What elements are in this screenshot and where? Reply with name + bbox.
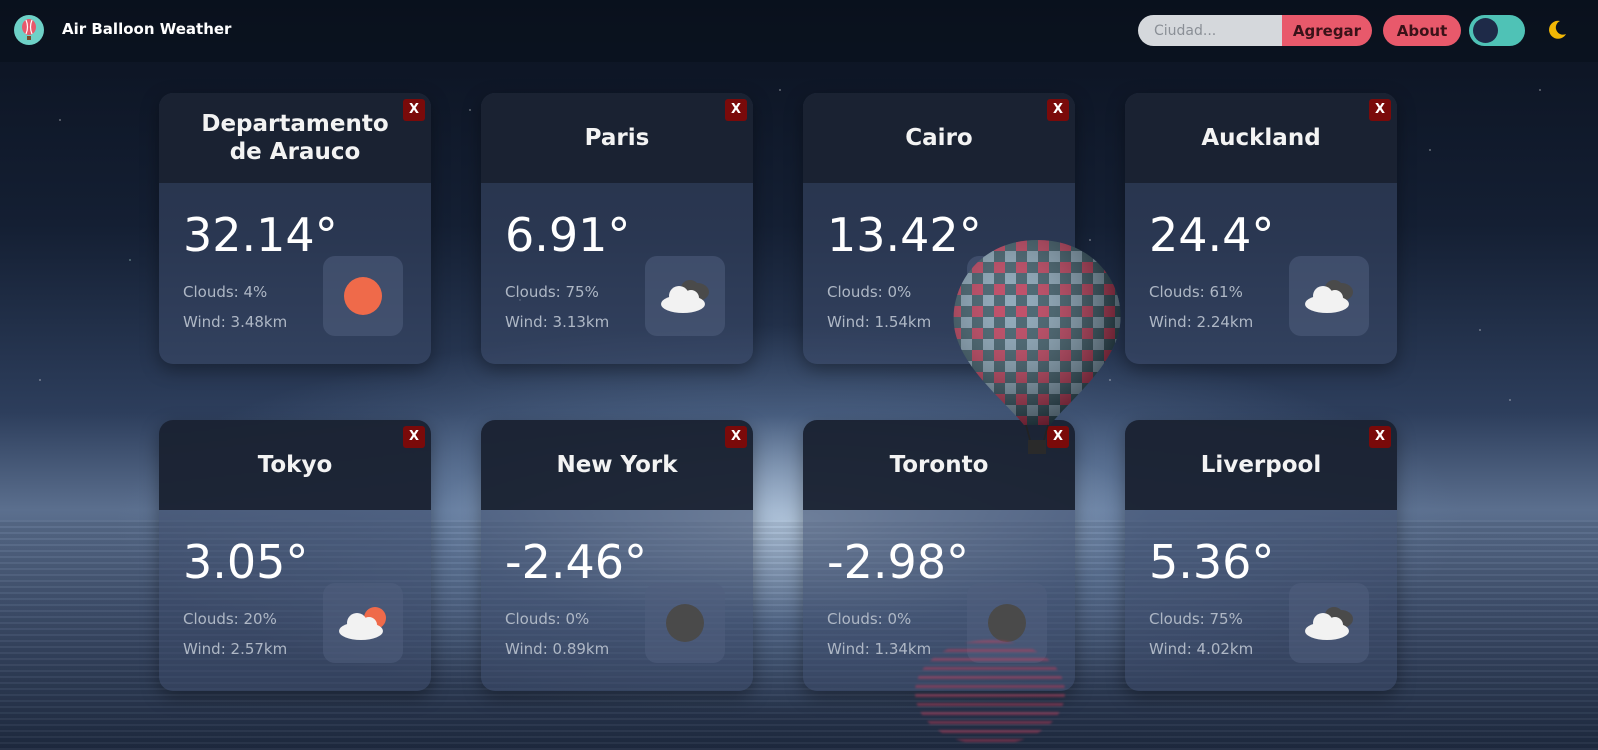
clouds-value: Clouds: 4% <box>183 283 268 301</box>
card-header: Liverpool <box>1125 420 1397 510</box>
temperature: -2.98° <box>827 535 970 589</box>
city-name: Cairo <box>905 125 973 151</box>
city-name: Departamento de Arauco <box>201 111 389 165</box>
wind-value: Wind: 4.02km <box>1149 640 1254 658</box>
close-card-button[interactable]: X <box>1369 99 1391 121</box>
close-card-button[interactable]: X <box>725 99 747 121</box>
about-button[interactable]: About <box>1383 15 1461 46</box>
temperature: 24.4° <box>1149 208 1275 262</box>
broken-clouds-icon <box>1289 256 1369 336</box>
clouds-value: Clouds: 20% <box>183 610 277 628</box>
broken-clouds-icon <box>1289 583 1369 663</box>
city-name: Paris <box>584 125 650 151</box>
clouds-value: Clouds: 75% <box>505 283 599 301</box>
card-header: Toronto <box>803 420 1075 510</box>
card-header: Cairo <box>803 93 1075 183</box>
weather-card: New York X -2.46° Clouds: 0% Wind: 0.89k… <box>481 420 753 691</box>
clouds-value: Clouds: 0% <box>505 610 590 628</box>
close-card-button[interactable]: X <box>1369 426 1391 448</box>
clouds-value: Clouds: 61% <box>1149 283 1243 301</box>
clear-night-icon <box>967 256 1047 336</box>
partly-cloudy-icon <box>323 583 403 663</box>
close-card-button[interactable]: X <box>403 99 425 121</box>
close-card-button[interactable]: X <box>403 426 425 448</box>
sun-icon <box>323 256 403 336</box>
wind-value: Wind: 1.34km <box>827 640 932 658</box>
close-card-button[interactable]: X <box>725 426 747 448</box>
theme-toggle[interactable] <box>1469 15 1525 46</box>
broken-clouds-icon <box>645 256 725 336</box>
weather-card: Liverpool X 5.36° Clouds: 75% Wind: 4.02… <box>1125 420 1397 691</box>
wind-value: Wind: 0.89km <box>505 640 610 658</box>
temperature: 6.91° <box>505 208 631 262</box>
toggle-knob <box>1473 18 1498 43</box>
balloon-logo-icon <box>14 15 44 45</box>
card-header: Auckland <box>1125 93 1397 183</box>
city-name: Toronto <box>889 452 989 478</box>
wind-value: Wind: 3.13km <box>505 313 610 331</box>
clear-night-icon <box>967 583 1047 663</box>
card-header: New York <box>481 420 753 510</box>
temperature: -2.46° <box>505 535 648 589</box>
city-name: Auckland <box>1201 125 1321 151</box>
weather-card: Departamento de Arauco X 32.14° Clouds: … <box>159 93 431 364</box>
clouds-value: Clouds: 0% <box>827 283 912 301</box>
clouds-value: Clouds: 75% <box>1149 610 1243 628</box>
app-title: Air Balloon Weather <box>62 20 232 38</box>
card-header: Tokyo <box>159 420 431 510</box>
temperature: 13.42° <box>827 208 982 262</box>
moon-icon <box>1545 18 1569 46</box>
close-card-button[interactable]: X <box>1047 99 1069 121</box>
clouds-value: Clouds: 0% <box>827 610 912 628</box>
wind-value: Wind: 2.24km <box>1149 313 1254 331</box>
clear-night-icon <box>645 583 725 663</box>
temperature: 5.36° <box>1149 535 1275 589</box>
temperature: 32.14° <box>183 208 338 262</box>
city-name: Liverpool <box>1200 452 1322 478</box>
close-card-button[interactable]: X <box>1047 426 1069 448</box>
card-header: Departamento de Arauco <box>159 93 431 183</box>
add-city-button[interactable]: Agregar <box>1282 15 1372 46</box>
wind-value: Wind: 1.54km <box>827 313 932 331</box>
weather-card: Paris X 6.91° Clouds: 75% Wind: 3.13km <box>481 93 753 364</box>
city-name: Tokyo <box>257 452 333 478</box>
weather-card: Cairo X 13.42° Clouds: 0% Wind: 1.54km <box>803 93 1075 364</box>
card-header: Paris <box>481 93 753 183</box>
wind-value: Wind: 2.57km <box>183 640 288 658</box>
wind-value: Wind: 3.48km <box>183 313 288 331</box>
top-navbar: Air Balloon Weather Agregar About <box>0 0 1598 62</box>
city-search-input[interactable] <box>1138 15 1282 46</box>
weather-card: Tokyo X 3.05° Clouds: 20% Wind: 2.57km <box>159 420 431 691</box>
temperature: 3.05° <box>183 535 309 589</box>
weather-card: Auckland X 24.4° Clouds: 61% Wind: 2.24k… <box>1125 93 1397 364</box>
city-name: New York <box>556 452 678 478</box>
weather-card: Toronto X -2.98° Clouds: 0% Wind: 1.34km <box>803 420 1075 691</box>
